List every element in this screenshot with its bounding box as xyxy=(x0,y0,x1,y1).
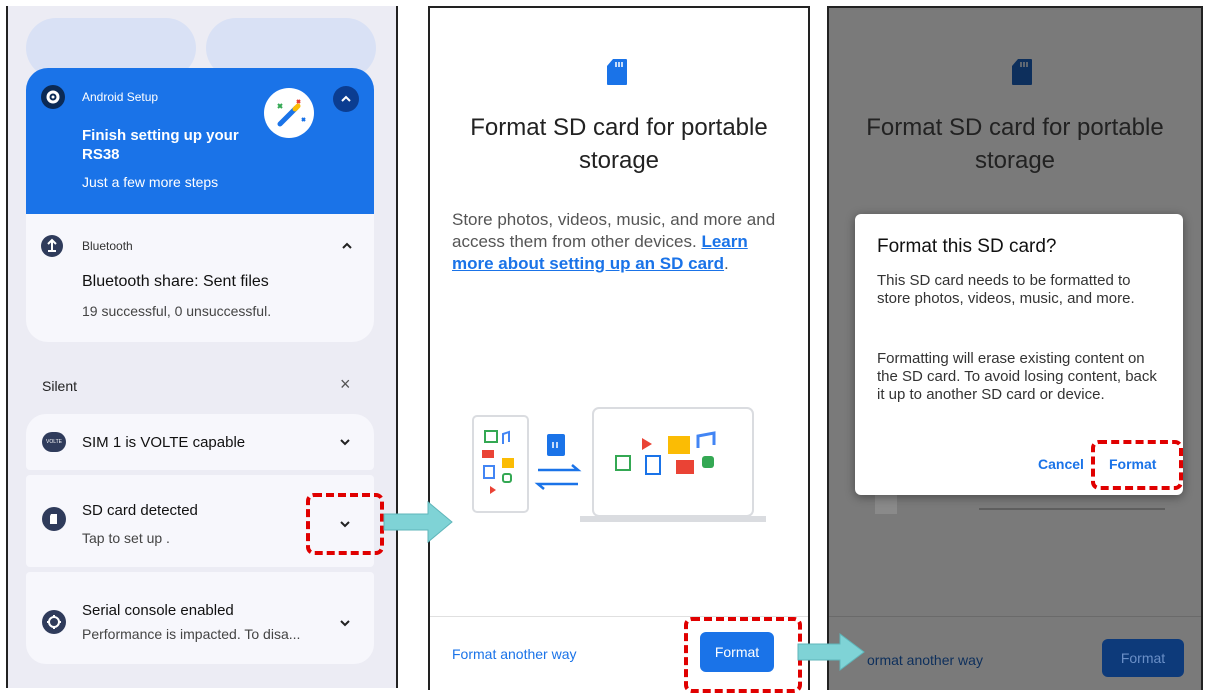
settings-icon xyxy=(42,610,66,634)
notification-title: Bluetooth share: Sent files xyxy=(82,273,269,290)
highlight-dialog-format xyxy=(1091,440,1183,490)
phone-to-laptop-illustration xyxy=(470,404,770,534)
collapse-button[interactable] xyxy=(333,86,359,112)
collapse-button[interactable] xyxy=(334,233,360,259)
dialog-title: Format this SD card? xyxy=(877,236,1057,257)
sd-card-icon xyxy=(42,507,66,531)
dialog-warning: Formatting will erase existing content o… xyxy=(877,350,1157,403)
volte-icon: VOLTE xyxy=(42,432,66,452)
page-title: Format SD card for portable storage xyxy=(470,114,768,174)
notification-title: Finish setting up your RS38 xyxy=(82,127,239,163)
notification-app-name: Android Setup xyxy=(82,90,159,104)
notification-app-name: Bluetooth xyxy=(82,239,133,253)
description-suffix: . xyxy=(724,254,729,273)
sim-notification[interactable]: VOLTE SIM 1 is VOLTE capable xyxy=(26,414,374,470)
notification-title: Serial console enabled xyxy=(82,602,234,619)
notification-subtitle: Performance is impacted. To disa... xyxy=(82,626,301,642)
upload-icon xyxy=(41,235,63,257)
expand-button[interactable] xyxy=(332,429,358,455)
bluetooth-notification[interactable]: Bluetooth Bluetooth share: Sent files 19… xyxy=(26,214,374,342)
notification-title: SD card detected xyxy=(82,502,198,519)
gear-icon xyxy=(41,85,65,109)
highlight-sd-expand xyxy=(306,493,384,555)
cancel-button[interactable]: Cancel xyxy=(1038,456,1084,472)
format-another-way-button[interactable]: ormat another way xyxy=(867,652,983,668)
dialog-message: This SD card needs to be formatted to st… xyxy=(877,272,1135,307)
silent-section-label: Silent xyxy=(42,378,78,394)
notification-subtitle: Just a few more steps xyxy=(82,174,219,190)
serial-console-notification[interactable]: Serial console enabled Performance is im… xyxy=(26,572,374,664)
android-setup-notification[interactable]: Android Setup Finish setting up your RS3… xyxy=(26,68,374,214)
notification-subtitle: 19 successful, 0 unsuccessful. xyxy=(82,303,272,319)
notification-shade-panel: Android Setup Finish setting up your RS3… xyxy=(6,6,398,688)
sd-card-icon xyxy=(606,58,628,91)
description: Store photos, videos, music, and more an… xyxy=(452,209,792,275)
notification-title: SIM 1 is VOLTE capable xyxy=(82,434,246,451)
notification-subtitle: Tap to set up . xyxy=(82,530,170,546)
dimmed-illustration xyxy=(979,508,1165,524)
expand-button[interactable] xyxy=(332,610,358,636)
sd-card-icon xyxy=(1011,58,1033,91)
magic-wand-icon xyxy=(264,88,314,138)
format-sd-screen: Format SD card for portable storage Stor… xyxy=(428,6,810,690)
format-confirm-screen: Format SD card for portable storage Form… xyxy=(827,6,1203,690)
highlight-format-button xyxy=(684,617,802,693)
flow-arrow-icon xyxy=(797,633,865,671)
format-button[interactable]: Format xyxy=(1102,639,1184,677)
format-another-way-button[interactable]: Format another way xyxy=(452,646,577,662)
flow-arrow-icon xyxy=(383,500,453,544)
page-title: Format SD card for portable storage xyxy=(866,114,1164,174)
divider xyxy=(829,616,1201,617)
clear-silent-button[interactable]: × xyxy=(340,374,351,395)
